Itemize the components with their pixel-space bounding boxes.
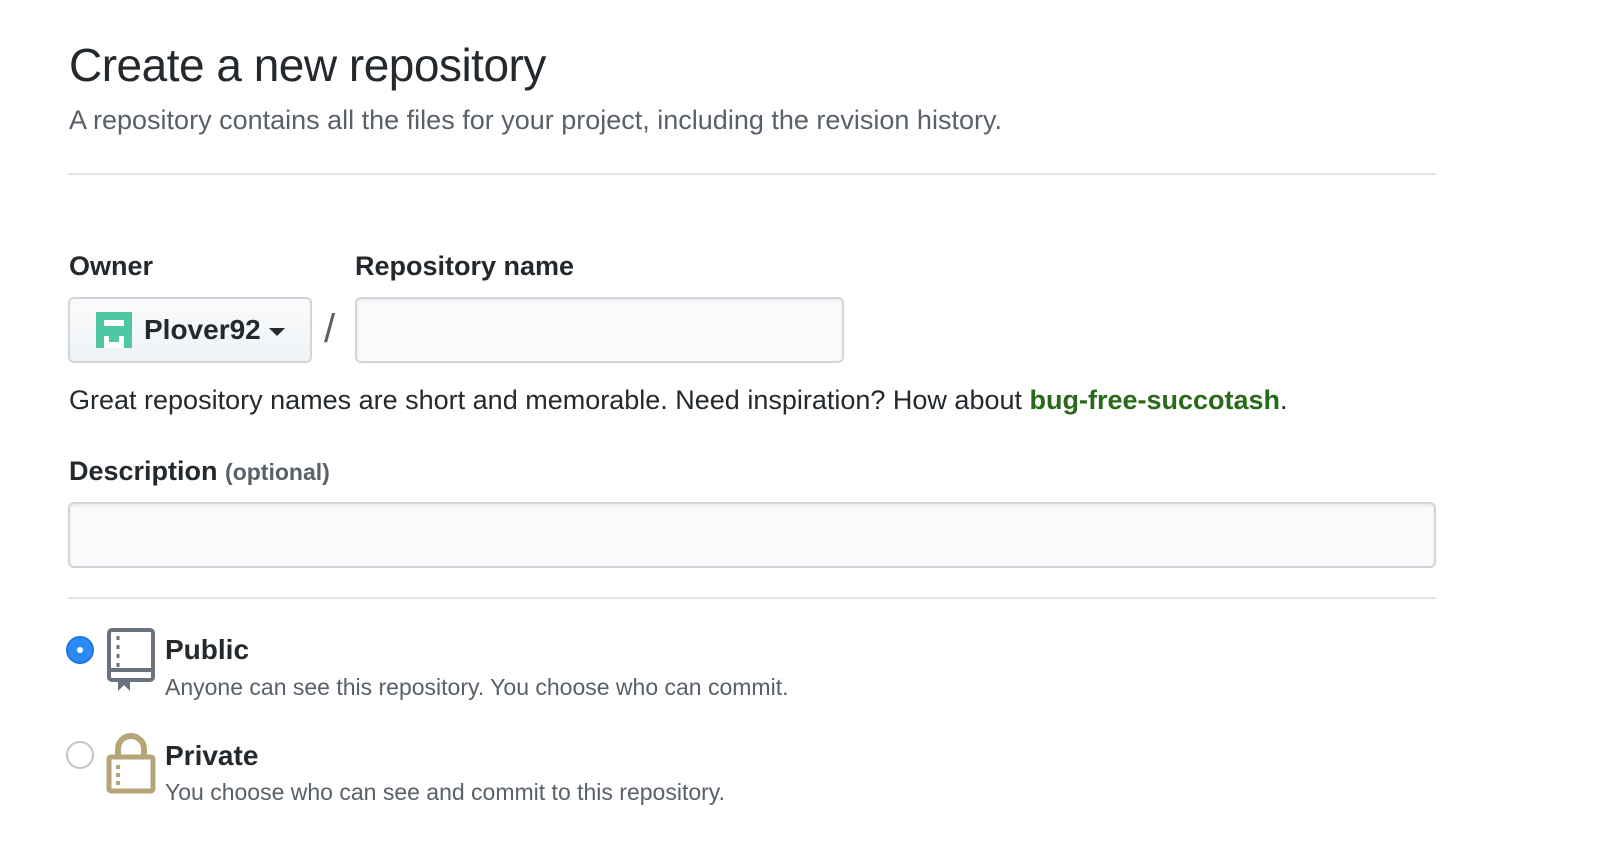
lock-icon [106, 733, 156, 794]
hint-period: . [1280, 385, 1288, 415]
page-title: Create a new repository [69, 39, 546, 91]
private-radio[interactable] [66, 741, 94, 769]
description-input[interactable] [68, 502, 1436, 568]
private-option-title[interactable]: Private [165, 738, 258, 774]
owner-label: Owner [69, 251, 154, 281]
chevron-down-icon [268, 327, 285, 336]
owner-repo-separator: / [324, 307, 336, 351]
public-option-description: Anyone can see this repository. You choo… [165, 674, 789, 700]
create-repository-page: Create a new repository A repository con… [0, 0, 1606, 844]
page-subtitle: A repository contains all the files for … [69, 105, 1002, 135]
public-radio[interactable] [66, 636, 94, 664]
description-label: Description (optional) [69, 453, 330, 490]
repository-name-input[interactable] [355, 297, 844, 363]
optional-tag: (optional) [225, 459, 330, 485]
description-label-text: Description [69, 456, 218, 486]
private-option-description: You choose who can see and commit to thi… [165, 779, 725, 805]
repository-name-hint: Great repository names are short and mem… [69, 382, 1288, 418]
owner-avatar-icon [96, 312, 132, 348]
repo-book-icon [107, 628, 155, 691]
name-suggestion-link[interactable]: bug-free-succotash [1030, 385, 1281, 415]
public-option-title[interactable]: Public [165, 632, 249, 668]
visibility-divider [68, 597, 1436, 599]
owner-dropdown[interactable]: Plover92 [68, 297, 312, 363]
owner-selected-name: Plover92 [144, 314, 261, 345]
repository-name-label: Repository name [355, 251, 575, 281]
hint-text: Great repository names are short and mem… [69, 385, 1030, 415]
header-divider [68, 173, 1436, 175]
